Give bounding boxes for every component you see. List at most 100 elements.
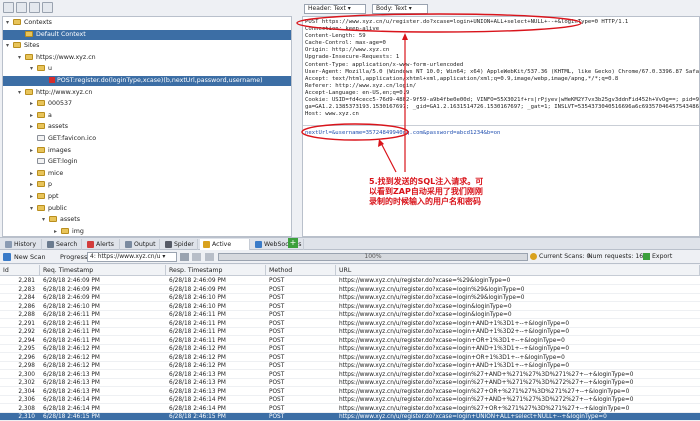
table-row[interactable]: 2,298 6/28/18 2:46:12 PM 6/28/18 2:46:12 P…: [0, 362, 700, 371]
export-icon: [643, 253, 650, 260]
tab-icon: [255, 241, 262, 248]
table-cell: 2,306: [18, 397, 35, 403]
table-cell: 2,304: [18, 388, 35, 395]
table-cell: 6/28/18 2:46:13 PM: [169, 388, 226, 395]
table-cell: 6/28/18 2:46:10 PM: [43, 303, 100, 310]
table-cell: 6/28/18 2:46:11 PM: [169, 329, 226, 335]
table-cell: 6/28/18 2:46:13 PM: [43, 380, 100, 386]
scan-toolbar: New Scan Progress: 4: https://www.xyz.cn…: [0, 250, 700, 264]
table-cell: 6/28/18 2:46:12 PM: [43, 354, 100, 361]
table-row[interactable]: 2,295 6/28/18 2:46:12 PM 6/28/18 2:46:12 P…: [0, 345, 700, 354]
table-cell: https://www.xyz.cn/u/register.do?xcase=l…: [339, 312, 512, 318]
table-row[interactable]: 2,302 6/28/18 2:46:13 PM 6/28/18 2:46:13 P…: [0, 379, 700, 388]
tab-history[interactable]: History: [2, 239, 42, 250]
table-cell: 6/28/18 2:46:11 PM: [169, 337, 226, 344]
table-row[interactable]: 2,284 6/28/18 2:46:09 PM 6/28/18 2:46:10 P…: [0, 294, 700, 303]
table-row[interactable]: 2,310 6/28/18 2:46:15 PM 6/28/18 2:46:15 P…: [0, 413, 700, 421]
table-cell: POST: [269, 397, 285, 403]
table-row[interactable]: 2,281 6/28/18 2:46:09 PM 6/28/18 2:46:09 P…: [0, 277, 700, 286]
annotation-text: 5.找到发送的SQL注入请求。可以看到ZAP自动采用了我们刚刚录制的时候输入的用…: [369, 177, 484, 206]
table-cell: https://www.xyz.cn/u/register.do?xcase=l…: [339, 286, 525, 293]
table-cell: 6/28/18 2:46:12 PM: [169, 363, 226, 369]
table-cell: https://www.xyz.cn/u/register.do?xcase=l…: [339, 346, 570, 352]
table-cell: 2,286: [18, 303, 35, 310]
tab-search[interactable]: Search: [44, 239, 82, 250]
table-cell: POST: [269, 320, 285, 327]
table-cell: 6/28/18 2:46:13 PM: [169, 371, 226, 378]
table-cell: https://www.xyz.cn/u/register.do?xcase=l…: [339, 295, 525, 301]
new-scan-icon: [3, 253, 11, 261]
table-cell: 2,292: [18, 329, 35, 335]
num-requests: Num requests: 165: [588, 253, 648, 260]
table-cell: 6/28/18 2:46:09 PM: [43, 286, 100, 293]
table-row[interactable]: 2,296 6/28/18 2:46:12 PM 6/28/18 2:46:12 P…: [0, 354, 700, 362]
table-cell: 6/28/18 2:46:11 PM: [43, 337, 100, 344]
tab-label: Output: [134, 241, 156, 248]
table-cell: https://www.xyz.cn/u/register.do?xcase=l…: [339, 303, 512, 310]
new-scan-button[interactable]: New Scan: [14, 252, 46, 262]
table-cell: 2,288: [18, 312, 35, 318]
tab-alerts[interactable]: Alerts: [84, 239, 120, 250]
tab-icon: [165, 241, 172, 248]
table-row[interactable]: 2,304 6/28/18 2:46:13 PM 6/28/18 2:46:13 P…: [0, 388, 700, 396]
table-cell: https://www.xyz.cn/u/register.do?xcase=l…: [339, 388, 630, 395]
table-row[interactable]: 2,288 6/28/18 2:46:11 PM 6/28/18 2:46:11 P…: [0, 311, 700, 320]
table-row[interactable]: 2,294 6/28/18 2:46:11 PM 6/28/18 2:46:11 P…: [0, 337, 700, 345]
table-cell: POST: [269, 380, 285, 386]
table-cell: 6/28/18 2:46:11 PM: [169, 312, 226, 318]
tab-label: History: [14, 241, 37, 248]
tab-icon: [87, 241, 94, 248]
column-header[interactable]: Resp. Timestamp: [166, 265, 266, 276]
table-cell: https://www.xyz.cn/u/register.do?xcase=l…: [339, 380, 634, 386]
table-cell: POST: [269, 354, 285, 361]
table-row[interactable]: 2,291 6/28/18 2:46:11 PM 6/28/18 2:46:11 P…: [0, 320, 700, 328]
table-cell: 2,283: [18, 286, 35, 293]
pause-icon[interactable]: [180, 253, 189, 261]
options-icon[interactable]: [205, 253, 214, 261]
table-cell: 2,296: [18, 354, 35, 361]
progress-select[interactable]: 4: https://www.xyz.cn/u ▾: [87, 252, 177, 262]
table-cell: https://www.xyz.cn/u/register.do?xcase=l…: [339, 363, 570, 369]
stop-icon[interactable]: [192, 253, 201, 261]
table-cell: POST: [269, 346, 285, 352]
table-cell: https://www.xyz.cn/u/register.do?xcase=l…: [339, 405, 630, 412]
column-header[interactable]: Req. Timestamp: [40, 265, 166, 276]
table-cell: 2,284: [18, 295, 35, 301]
column-header[interactable]: URL: [336, 265, 700, 276]
current-scans: Current Scans: 0: [539, 253, 591, 260]
tab-icon: [125, 241, 132, 248]
table-row[interactable]: 2,283 6/28/18 2:46:09 PM 6/28/18 2:46:09 P…: [0, 286, 700, 294]
table-cell: 6/28/18 2:46:09 PM: [43, 278, 100, 284]
column-header[interactable]: Method: [266, 265, 336, 276]
add-tab-icon[interactable]: +: [288, 238, 298, 248]
table-cell: POST: [269, 295, 285, 301]
table-header: Id Req. Timestamp Resp. Timestamp Method URL: [0, 265, 700, 276]
tab-icon: [5, 241, 12, 248]
tab-label: Search: [56, 241, 78, 248]
tab-icon: [203, 241, 210, 248]
table-row[interactable]: 2,286 6/28/18 2:46:10 PM 6/28/18 2:46:10 P…: [0, 303, 700, 311]
table-row[interactable]: 2,292 6/28/18 2:46:11 PM 6/28/18 2:46:11 P…: [0, 328, 700, 337]
table-row[interactable]: 2,308 6/28/18 2:46:14 PM 6/28/18 2:46:14 P…: [0, 405, 700, 413]
export-button[interactable]: Export: [652, 252, 672, 262]
tab-output[interactable]: Output: [122, 239, 160, 250]
table-row[interactable]: 2,300 6/28/18 2:46:13 PM 6/28/18 2:46:13 P…: [0, 371, 700, 379]
column-header[interactable]: Id: [0, 265, 40, 276]
scan-results-table[interactable]: Id Req. Timestamp Resp. Timestamp Method URL…: [0, 265, 700, 421]
table-cell: POST: [269, 371, 285, 378]
tab-active-scan[interactable]: Active Scan: [200, 239, 250, 259]
table-cell: 6/28/18 2:46:14 PM: [169, 405, 226, 412]
table-cell: 6/28/18 2:46:15 PM: [169, 414, 226, 420]
progress-percent: 100%: [364, 253, 382, 260]
tab-spider[interactable]: Spider: [162, 239, 198, 250]
table-cell: POST: [269, 363, 285, 369]
table-cell: 6/28/18 2:46:13 PM: [43, 371, 100, 378]
table-cell: 6/28/18 2:46:14 PM: [169, 397, 226, 403]
table-cell: 6/28/18 2:46:14 PM: [43, 405, 100, 412]
table-cell: 6/28/18 2:46:11 PM: [43, 320, 100, 327]
table-cell: 6/28/18 2:46:11 PM: [169, 320, 226, 327]
table-row[interactable]: 2,306 6/28/18 2:46:14 PM 6/28/18 2:46:14 P…: [0, 396, 700, 405]
table-cell: POST: [269, 388, 285, 395]
current-scans-icon: [530, 253, 537, 260]
tab-icon: [47, 241, 54, 248]
